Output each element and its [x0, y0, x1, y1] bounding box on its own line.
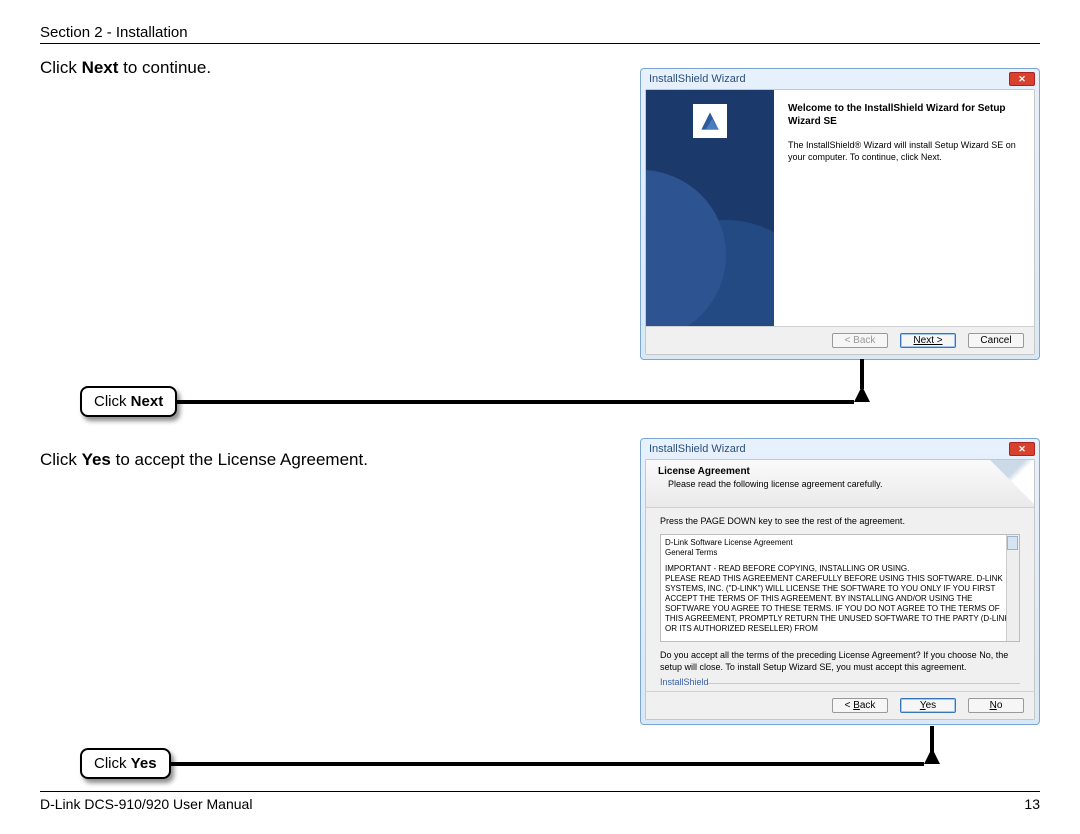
license-line: General Terms	[665, 548, 1015, 558]
bold: Next	[131, 393, 164, 410]
next-button[interactable]: Next >	[900, 333, 956, 348]
no-button[interactable]: No	[968, 698, 1024, 713]
bold-yes: Yes	[82, 450, 111, 469]
back-button[interactable]: < Back	[832, 698, 888, 713]
license-agreement-dialog: InstallShield Wizard ✕ License Agreement…	[640, 438, 1040, 725]
license-text-box[interactable]: D-Link Software License Agreement Genera…	[660, 534, 1020, 642]
callout-bubble: Click Yes	[80, 748, 171, 779]
yes-button[interactable]: Yes	[900, 698, 956, 713]
bold: Yes	[131, 755, 157, 772]
license-body: IMPORTANT - READ BEFORE COPYING, INSTALL…	[665, 564, 1015, 634]
close-icon[interactable]: ✕	[1009, 442, 1035, 456]
license-line: D-Link Software License Agreement	[665, 538, 1015, 548]
callout-riser	[860, 359, 864, 389]
callout-bubble: Click Next	[80, 386, 177, 417]
dialog-title: InstallShield Wizard	[649, 73, 746, 85]
arrow-up-icon	[854, 386, 870, 402]
dialog-titlebar: InstallShield Wizard ✕	[641, 439, 1039, 459]
cancel-button[interactable]: Cancel	[968, 333, 1024, 348]
footer-left: D-Link DCS-910/920 User Manual	[40, 796, 252, 812]
wizard-body-text: The InstallShield® Wizard will install S…	[788, 140, 1020, 163]
installshield-logo-icon	[693, 104, 727, 138]
scrollbar-thumb[interactable]	[1007, 536, 1018, 550]
page-header: Section 2 - Installation	[40, 24, 1040, 44]
license-title: License Agreement	[658, 466, 1022, 477]
text: Click	[94, 755, 131, 772]
text: to accept the License Agreement.	[111, 450, 368, 469]
arrow-up-icon	[924, 748, 940, 764]
license-subtitle: Please read the following license agreem…	[668, 479, 1022, 489]
callout-line	[177, 400, 854, 404]
callout-click-next: Click Next	[80, 386, 870, 417]
wizard-heading: Welcome to the InstallShield Wizard for …	[788, 102, 1020, 128]
installshield-label: InstallShield	[646, 675, 1034, 691]
close-icon[interactable]: ✕	[1009, 72, 1035, 86]
installshield-welcome-dialog: InstallShield Wizard ✕ Welcome to the In…	[640, 68, 1040, 360]
license-header: License Agreement Please read the follow…	[646, 460, 1034, 508]
text: Click	[40, 450, 82, 469]
wizard-sidebar-graphic	[646, 90, 774, 326]
scrollbar[interactable]	[1006, 535, 1019, 641]
text: Click	[40, 58, 82, 77]
text: to continue.	[118, 58, 211, 77]
instruction-2: Click Yes to accept the License Agreemen…	[40, 450, 368, 470]
accept-question: Do you accept all the terms of the prece…	[646, 642, 1034, 675]
bold-next: Next	[82, 58, 119, 77]
callout-click-yes: Click Yes	[80, 748, 940, 779]
page-number: 13	[1024, 796, 1040, 812]
callout-line	[171, 762, 924, 766]
back-button: < Back	[832, 333, 888, 348]
pagedown-hint: Press the PAGE DOWN key to see the rest …	[646, 508, 1034, 534]
dialog-titlebar: InstallShield Wizard ✕	[641, 69, 1039, 89]
dialog-title: InstallShield Wizard	[649, 443, 746, 455]
page-footer: D-Link DCS-910/920 User Manual 13	[40, 791, 1040, 812]
text: Click	[94, 393, 131, 410]
